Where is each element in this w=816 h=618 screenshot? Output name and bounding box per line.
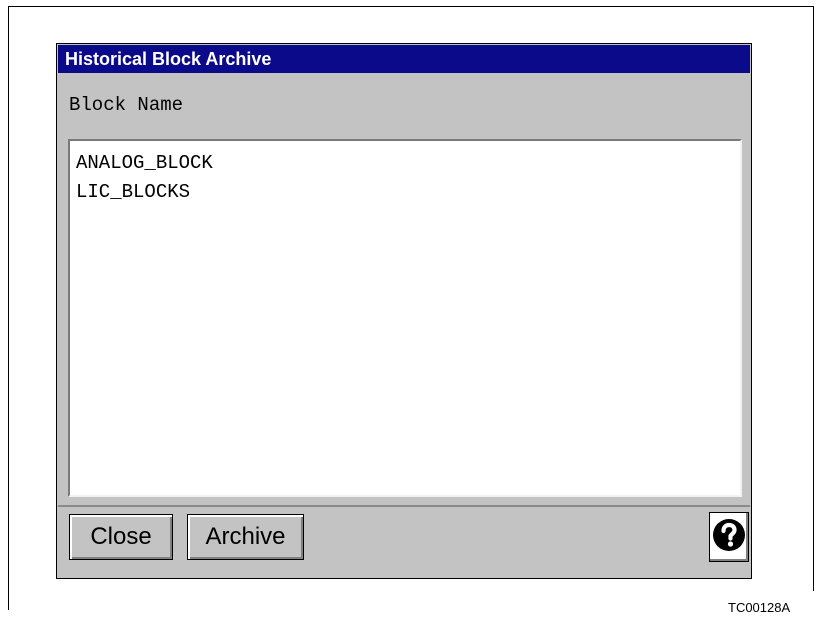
help-button[interactable] [709,512,749,562]
historical-block-archive-window: Historical Block Archive Block Name ANAL… [56,43,752,579]
question-mark-icon [712,518,746,557]
block-list[interactable]: ANALOG_BLOCK LIC_BLOCKS [68,139,742,497]
figure-frame-top [8,6,814,7]
list-item-analog-block[interactable]: ANALOG_BLOCK [76,152,213,174]
figure-id-label: TC00128A [728,600,791,615]
close-button[interactable]: Close [69,514,173,560]
window-title: Historical Block Archive [58,45,750,73]
figure-frame-right [813,6,814,591]
figure-frame-left [8,6,9,610]
block-name-column-header: Block Name [69,94,184,116]
button-bar-separator [58,505,750,507]
list-item-lic-blocks[interactable]: LIC_BLOCKS [76,181,190,203]
archive-button[interactable]: Archive [187,514,304,560]
